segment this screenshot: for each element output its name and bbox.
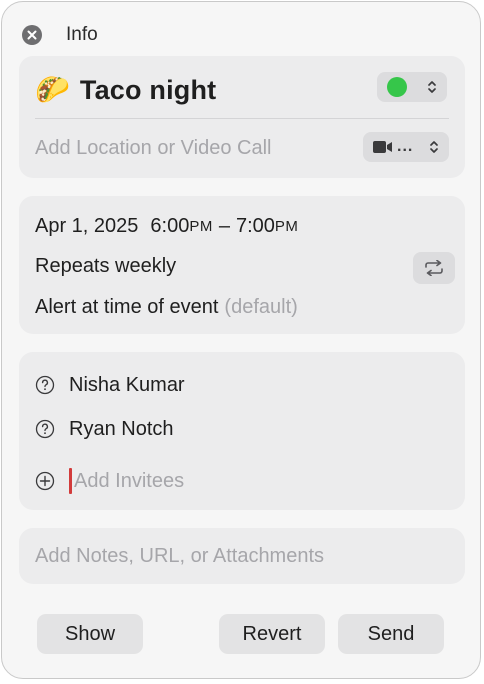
notes-card[interactable]: Add Notes, URL, or Attachments: [19, 528, 465, 584]
invitee-row[interactable]: Nisha Kumar: [35, 371, 185, 399]
chevron-updown-icon: [430, 141, 438, 153]
send-button[interactable]: Send: [338, 614, 444, 654]
date-time-row[interactable]: Apr 1, 2025 6:00 PM – 7:00 PM: [35, 212, 298, 240]
alert-row[interactable]: Alert at time of event (default): [35, 293, 298, 321]
chevron-updown-icon: [428, 81, 436, 93]
taco-emoji-icon: 🌮: [35, 74, 70, 105]
event-title-card: 🌮 Taco night Add Location or Video Call …: [19, 56, 465, 178]
window-title: Info: [66, 24, 98, 45]
alert-text: Alert at time of event: [35, 295, 219, 318]
revert-button[interactable]: Revert: [219, 614, 325, 654]
divider: [35, 118, 449, 119]
repeat-button[interactable]: [413, 252, 455, 284]
plus-circle-icon: [35, 471, 55, 491]
schedule-card: Apr 1, 2025 6:00 PM – 7:00 PM Repeats we…: [19, 196, 465, 334]
invitees-card: Nisha Kumar Ryan Notch Add Invitees: [19, 352, 465, 510]
location-field[interactable]: Add Location or Video Call: [35, 134, 271, 162]
video-camera-icon: [373, 141, 392, 153]
close-icon: [27, 30, 37, 40]
event-info-window: Info 🌮 Taco night Add Location or Video …: [1, 1, 481, 679]
event-date[interactable]: Apr 1, 2025: [35, 215, 138, 238]
event-title[interactable]: Taco night: [80, 75, 217, 106]
end-period: PM: [274, 217, 299, 235]
event-title-row[interactable]: 🌮 Taco night: [35, 70, 216, 110]
notes-field[interactable]: Add Notes, URL, or Attachments: [35, 542, 324, 570]
start-period: PM: [189, 217, 213, 235]
calendar-color-picker[interactable]: [377, 72, 447, 102]
question-circle-icon: [35, 375, 55, 395]
invitee-name: Ryan Notch: [69, 417, 174, 440]
invitee-row[interactable]: Ryan Notch: [35, 415, 174, 443]
alert-default-note: (default): [224, 295, 298, 318]
add-invitees-field[interactable]: Add Invitees: [35, 467, 184, 495]
repeat-text: Repeats weekly: [35, 254, 177, 277]
question-circle-icon: [35, 419, 55, 439]
repeat-row[interactable]: Repeats weekly: [35, 252, 176, 280]
time-dash: –: [218, 214, 230, 237]
calendar-color-dot: [387, 77, 407, 97]
text-cursor: [69, 468, 72, 494]
repeat-icon: [425, 260, 443, 276]
video-call-label: ...: [397, 138, 414, 155]
titlebar: Info: [22, 24, 98, 46]
location-placeholder: Add Location or Video Call: [35, 136, 272, 159]
invitee-name: Nisha Kumar: [69, 373, 185, 396]
notes-placeholder: Add Notes, URL, or Attachments: [35, 544, 325, 567]
add-invitees-placeholder: Add Invitees: [74, 469, 185, 492]
end-time[interactable]: 7:00: [236, 215, 275, 238]
show-button[interactable]: Show: [37, 614, 143, 654]
close-button[interactable]: [22, 25, 42, 45]
start-time[interactable]: 6:00: [150, 215, 189, 238]
video-call-picker[interactable]: ...: [363, 132, 449, 162]
